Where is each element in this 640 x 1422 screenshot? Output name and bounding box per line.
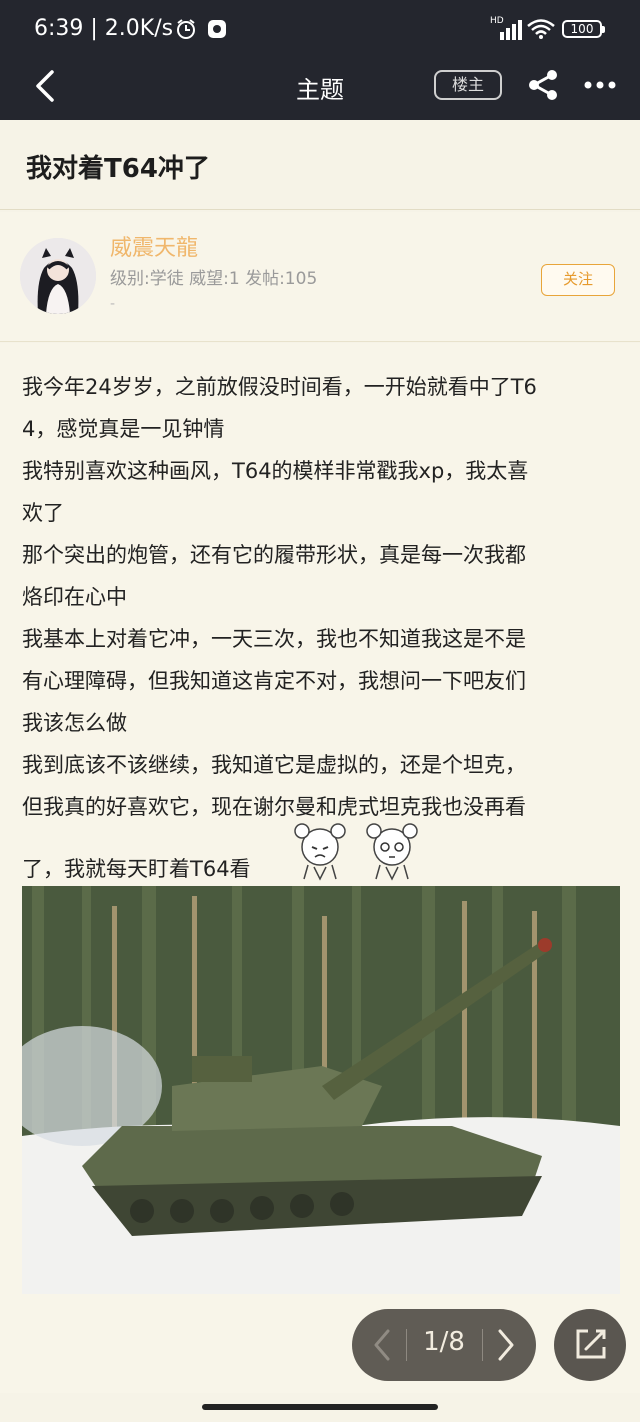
post-line: 我该怎么做 [22, 711, 127, 735]
post-line: 我到底该不该继续，我知道它是虚拟的，还是个坦克， [22, 753, 526, 777]
reply-button[interactable] [554, 1309, 626, 1381]
post-image[interactable] [22, 886, 620, 1294]
status-time: 6:39 | 2.0K/s [34, 16, 174, 41]
author-signature: - [110, 296, 116, 312]
follow-button[interactable]: 关注 [541, 264, 615, 296]
sticker-emoji [294, 823, 346, 881]
navigation-bar: 主题 楼主 [0, 60, 640, 120]
edit-icon [576, 1329, 606, 1359]
status-bar: 6:39 | 2.0K/s HD 100 [0, 0, 640, 60]
signal-icon [500, 20, 522, 40]
post-line: 但我真的好喜欢它，现在谢尔曼和虎式坦克我也没再看 [22, 795, 526, 819]
thread-title-bar: 我对着T64冲了 [0, 120, 640, 210]
post-line: 有心理障碍，但我知道这肯定不对，我想问一下吧友们 [22, 669, 526, 693]
more-options-icon[interactable] [582, 68, 618, 102]
owner-only-button[interactable]: 楼主 [434, 70, 502, 100]
post-line: 我基本上对着它冲，一天三次，我也不知道我这是不是 [22, 627, 526, 651]
post-line: 欢了 [22, 501, 64, 525]
page-indicator[interactable]: 1/8 [412, 1327, 476, 1357]
post-body: 我今年24岁岁，之前放假没时间看，一开始就看中了T6 4，感觉真是一见钟情 我特… [0, 343, 640, 1393]
thread-title: 我对着T64冲了 [26, 154, 210, 184]
post-line: 了，我就每天盯着T64看 [22, 857, 251, 881]
post-line: 那个突出的炮管，还有它的履带形状，真是每一次我都 [22, 543, 526, 567]
previous-page-icon[interactable] [368, 1327, 396, 1363]
sticker-emoji [366, 823, 418, 881]
home-indicator[interactable] [202, 1404, 438, 1410]
wifi-icon [527, 19, 555, 39]
avatar[interactable] [20, 238, 96, 314]
battery-level: 100 [562, 20, 602, 38]
author-name[interactable]: 威震天龍 [110, 230, 198, 262]
post-line: 烙印在心中 [22, 585, 127, 609]
app-notification-icon [208, 20, 226, 38]
author-meta: 级别:学徒 威望:1 发帖:105 [110, 269, 318, 289]
share-icon[interactable] [526, 68, 560, 102]
page-navigator: 1/8 [352, 1309, 536, 1381]
post-line: 4，感觉真是一见钟情 [22, 417, 225, 441]
top-bar: 6:39 | 2.0K/s HD 100 主题 楼主 [0, 0, 640, 120]
author-section: 威震天龍 级别:学徒 威望:1 发帖:105 - 关注 [0, 212, 640, 342]
alarm-icon [177, 19, 195, 39]
post-line: 我特别喜欢这种画风，T64的模样非常戳我xp，我太喜 [22, 459, 529, 483]
post-line: 我今年24岁岁，之前放假没时间看，一开始就看中了T6 [22, 375, 537, 399]
battery-icon: 100 [562, 18, 606, 40]
next-page-icon[interactable] [492, 1327, 520, 1363]
